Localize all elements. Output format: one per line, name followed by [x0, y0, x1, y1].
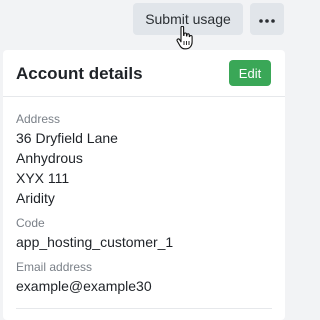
code-label: Code: [16, 216, 45, 230]
address-line-3: XYX 111: [16, 170, 70, 186]
hand-pointer-icon: [176, 25, 194, 50]
email-label: Email address: [16, 260, 93, 274]
edit-button[interactable]: Edit: [229, 60, 271, 86]
card-title: Account details: [16, 64, 143, 83]
submit-usage-label: Submit usage: [145, 11, 231, 27]
ellipsis-icon: [259, 10, 275, 28]
email-value: example@example30: [16, 278, 152, 294]
address-line-1: 36 Dryfield Lane: [16, 130, 118, 146]
bottom-divider: [16, 308, 272, 309]
address-line-2: Anhydrous: [16, 150, 83, 166]
code-value: app_hosting_customer_1: [16, 234, 174, 250]
edit-label: Edit: [238, 65, 262, 81]
address-label: Address: [16, 112, 61, 126]
account-details-card: Account details Edit Address 36 Dryfield…: [3, 50, 285, 320]
header-divider: [3, 96, 285, 97]
more-options-button[interactable]: [250, 3, 284, 35]
address-line-4: Aridity: [16, 190, 55, 206]
